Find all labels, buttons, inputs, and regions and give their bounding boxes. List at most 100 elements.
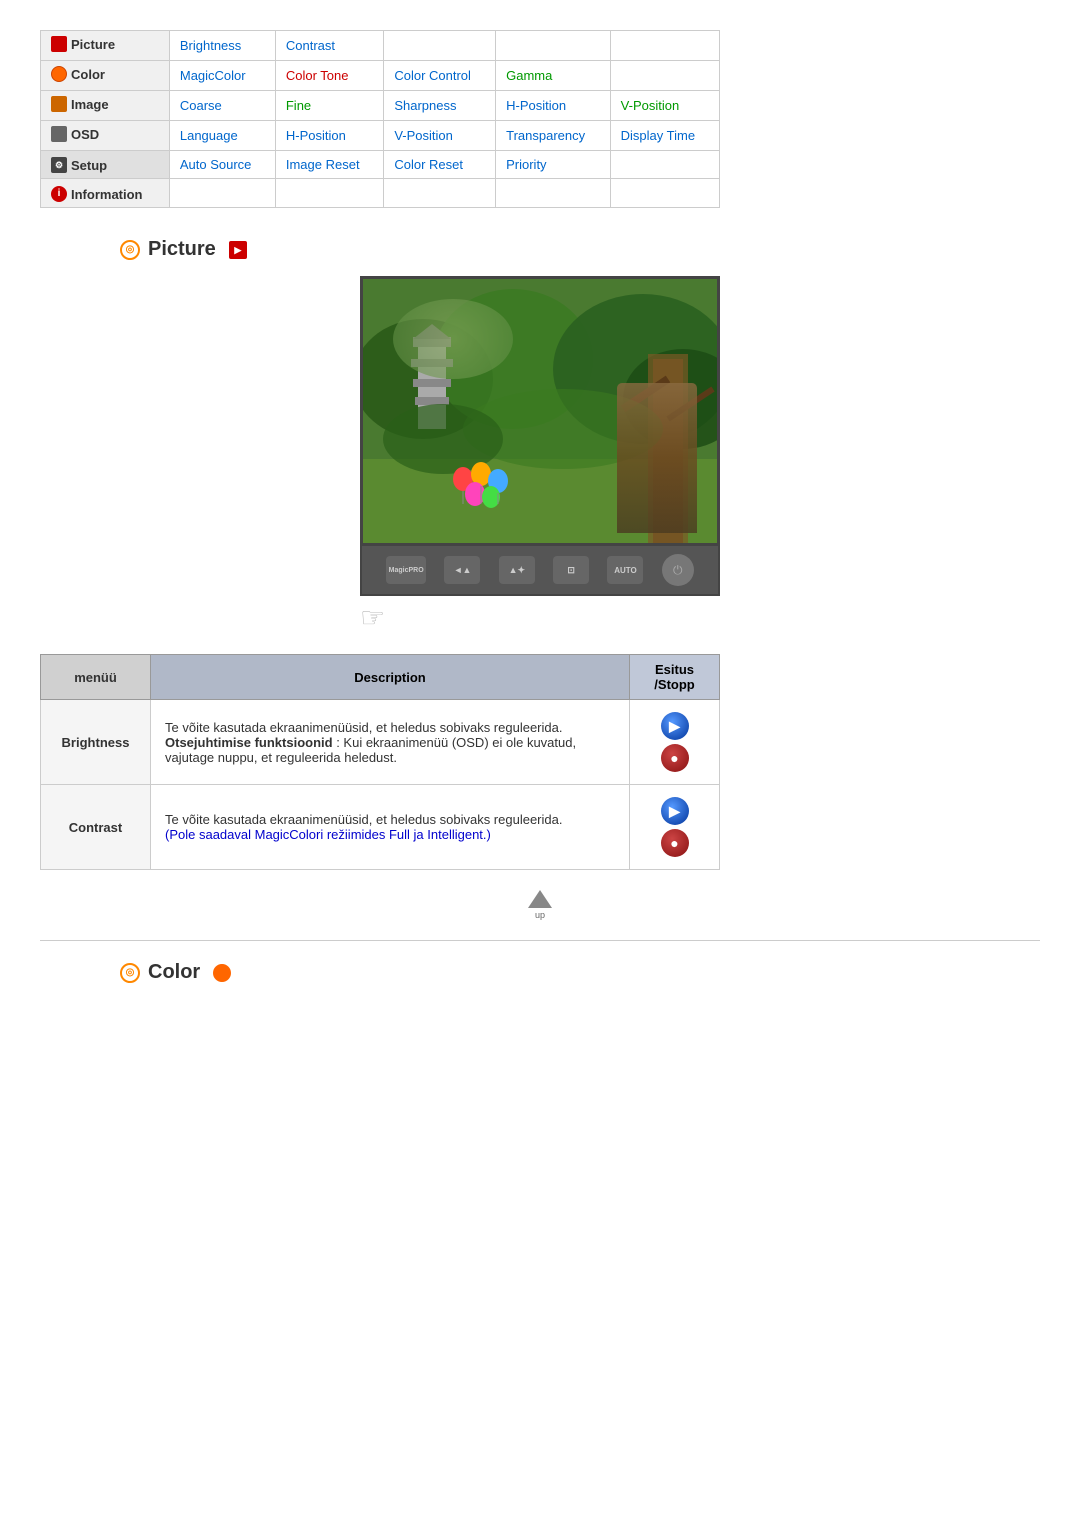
table-row-brightness: Brightness Te võite kasutada ekraanimenü… xyxy=(41,700,720,785)
nav-row-color: Color MagicColor Color Tone Color Contro… xyxy=(41,61,720,91)
table-row-contrast: Contrast Te võite kasutada ekraanimenüüs… xyxy=(41,785,720,870)
color-badge xyxy=(213,964,231,982)
contrast-desc-text1: Te võite kasutada ekraanimenüüsid, et he… xyxy=(165,812,562,827)
brightness-buttons: ▶ ● xyxy=(630,700,720,785)
nav-empty-2 xyxy=(496,31,611,61)
picture-badge: ▶ xyxy=(229,241,247,259)
nav-priority[interactable]: Priority xyxy=(496,151,611,179)
nav-info-1 xyxy=(169,179,275,208)
contrast-buttons: ▶ ● xyxy=(630,785,720,870)
nav-row-info: i Information xyxy=(41,179,720,208)
nav-row-osd: OSD Language H-Position V-Position Trans… xyxy=(41,121,720,151)
nav-hposition[interactable]: H-Position xyxy=(496,91,611,121)
menu-header: menüü xyxy=(41,655,151,700)
ctrl-power-btn[interactable]: ⏻ xyxy=(662,554,694,586)
nav-colorreset[interactable]: Color Reset xyxy=(384,151,496,179)
nav-language[interactable]: Language xyxy=(169,121,275,151)
menu-setup-label: Setup xyxy=(71,158,107,173)
color-icon-nav xyxy=(51,66,67,82)
color-title: Color xyxy=(148,961,200,984)
nav-osd-hposition[interactable]: H-Position xyxy=(275,121,383,151)
ctrl-nav-btn[interactable]: ◄▲ xyxy=(444,556,480,584)
nav-row-image: Image Coarse Fine Sharpness H-Position V… xyxy=(41,91,720,121)
color-section-header: ◎ Color xyxy=(120,961,1040,984)
nav-empty-3 xyxy=(610,31,719,61)
nav-colortone[interactable]: Color Tone xyxy=(275,61,383,91)
nav-imagereset[interactable]: Image Reset xyxy=(275,151,383,179)
monitor-controls: MagicPRO ◄▲ ▲✦ ⊡ AUTO ⏻ xyxy=(360,546,720,596)
osd-icon-nav xyxy=(51,126,67,142)
description-table: menüü Description Esitus /Stopp Brightne… xyxy=(40,654,720,870)
menu-color-label: Color xyxy=(71,67,105,82)
image-icon-nav xyxy=(51,96,67,112)
nav-contrast[interactable]: Contrast xyxy=(275,31,383,61)
contrast-desc-note: (Pole saadaval MagicColori režiimides Fu… xyxy=(165,827,491,842)
nav-coarse[interactable]: Coarse xyxy=(169,91,275,121)
brightness-stop-btn[interactable]: ● xyxy=(661,744,689,772)
monitor-image xyxy=(363,279,720,546)
color-section-icon: ◎ xyxy=(120,963,140,983)
nav-sharpness[interactable]: Sharpness xyxy=(384,91,496,121)
picture-section-header: ◎ Picture ▶ xyxy=(120,238,1040,261)
ctrl-brightness-btn[interactable]: ▲✦ xyxy=(499,556,535,584)
menu-info-label: Information xyxy=(71,187,143,202)
picture-title: Picture xyxy=(148,238,216,261)
nav-fine[interactable]: Fine xyxy=(275,91,383,121)
nav-brightness[interactable]: Brightness xyxy=(169,31,275,61)
info-icon-nav: i xyxy=(51,186,67,202)
brightness-description: Te võite kasutada ekraanimenüüsid, et he… xyxy=(151,700,630,785)
picture-section-icon: ◎ xyxy=(120,240,140,260)
up-button[interactable]: up xyxy=(528,890,552,920)
brightness-label: Brightness xyxy=(41,700,151,785)
nav-empty-5 xyxy=(610,151,719,179)
stop-header: Esitus /Stopp xyxy=(630,655,720,700)
menu-osd[interactable]: OSD xyxy=(41,121,170,151)
nav-gamma[interactable]: Gamma xyxy=(496,61,611,91)
section-divider xyxy=(40,940,1040,941)
brightness-next-btn[interactable]: ▶ xyxy=(661,712,689,740)
menu-information[interactable]: i Information xyxy=(41,179,170,208)
nav-info-5 xyxy=(610,179,719,208)
nav-colorcontrol[interactable]: Color Control xyxy=(384,61,496,91)
up-arrow-icon xyxy=(528,890,552,908)
nav-autosource[interactable]: Auto Source xyxy=(169,151,275,179)
contrast-stop-btn[interactable]: ● xyxy=(661,829,689,857)
picture-icon xyxy=(51,36,67,52)
brightness-desc-bold: Otsejuhtimise funktsioonid xyxy=(165,735,333,750)
nav-magiccolor[interactable]: MagicColor xyxy=(169,61,275,91)
contrast-next-btn[interactable]: ▶ xyxy=(661,797,689,825)
up-button-container: up xyxy=(40,890,1040,920)
menu-osd-label: OSD xyxy=(71,127,99,142)
setup-icon-nav: ⚙ xyxy=(51,157,67,173)
nav-osd-vposition[interactable]: V-Position xyxy=(384,121,496,151)
contrast-label: Contrast xyxy=(41,785,151,870)
contrast-description: Te võite kasutada ekraanimenüüsid, et he… xyxy=(151,785,630,870)
menu-picture[interactable]: Picture xyxy=(41,31,170,61)
monitor-container: MagicPRO ◄▲ ▲✦ ⊡ AUTO ⏻ ☞ xyxy=(330,276,750,634)
nav-info-3 xyxy=(384,179,496,208)
menu-image[interactable]: Image xyxy=(41,91,170,121)
brightness-desc-text1: Te võite kasutada ekraanimenüüsid, et he… xyxy=(165,720,562,735)
nav-row-setup: ⚙ Setup Auto Source Image Reset Color Re… xyxy=(41,151,720,179)
nav-empty-4 xyxy=(610,61,719,91)
ctrl-menu-btn[interactable]: ⊡ xyxy=(553,556,589,584)
menu-image-label: Image xyxy=(71,97,109,112)
menu-color[interactable]: Color xyxy=(41,61,170,91)
ctrl-auto-btn[interactable]: AUTO xyxy=(607,556,643,584)
nav-table: Picture Brightness Contrast Color MagicC… xyxy=(40,30,720,208)
hand-pointing-icon: ☞ xyxy=(360,601,385,634)
nav-empty-1 xyxy=(384,31,496,61)
table-header-row: menüü Description Esitus /Stopp xyxy=(41,655,720,700)
nav-info-4 xyxy=(496,179,611,208)
menu-setup[interactable]: ⚙ Setup xyxy=(41,151,170,179)
nav-info-2 xyxy=(275,179,383,208)
monitor-screen xyxy=(360,276,720,546)
nav-displaytime[interactable]: Display Time xyxy=(610,121,719,151)
description-header: Description xyxy=(151,655,630,700)
nav-row-picture: Picture Brightness Contrast xyxy=(41,31,720,61)
ctrl-magic-btn[interactable]: MagicPRO xyxy=(386,556,426,584)
menu-picture-label: Picture xyxy=(71,37,115,52)
up-label: up xyxy=(535,910,545,920)
nav-vposition[interactable]: V-Position xyxy=(610,91,719,121)
nav-transparency[interactable]: Transparency xyxy=(496,121,611,151)
